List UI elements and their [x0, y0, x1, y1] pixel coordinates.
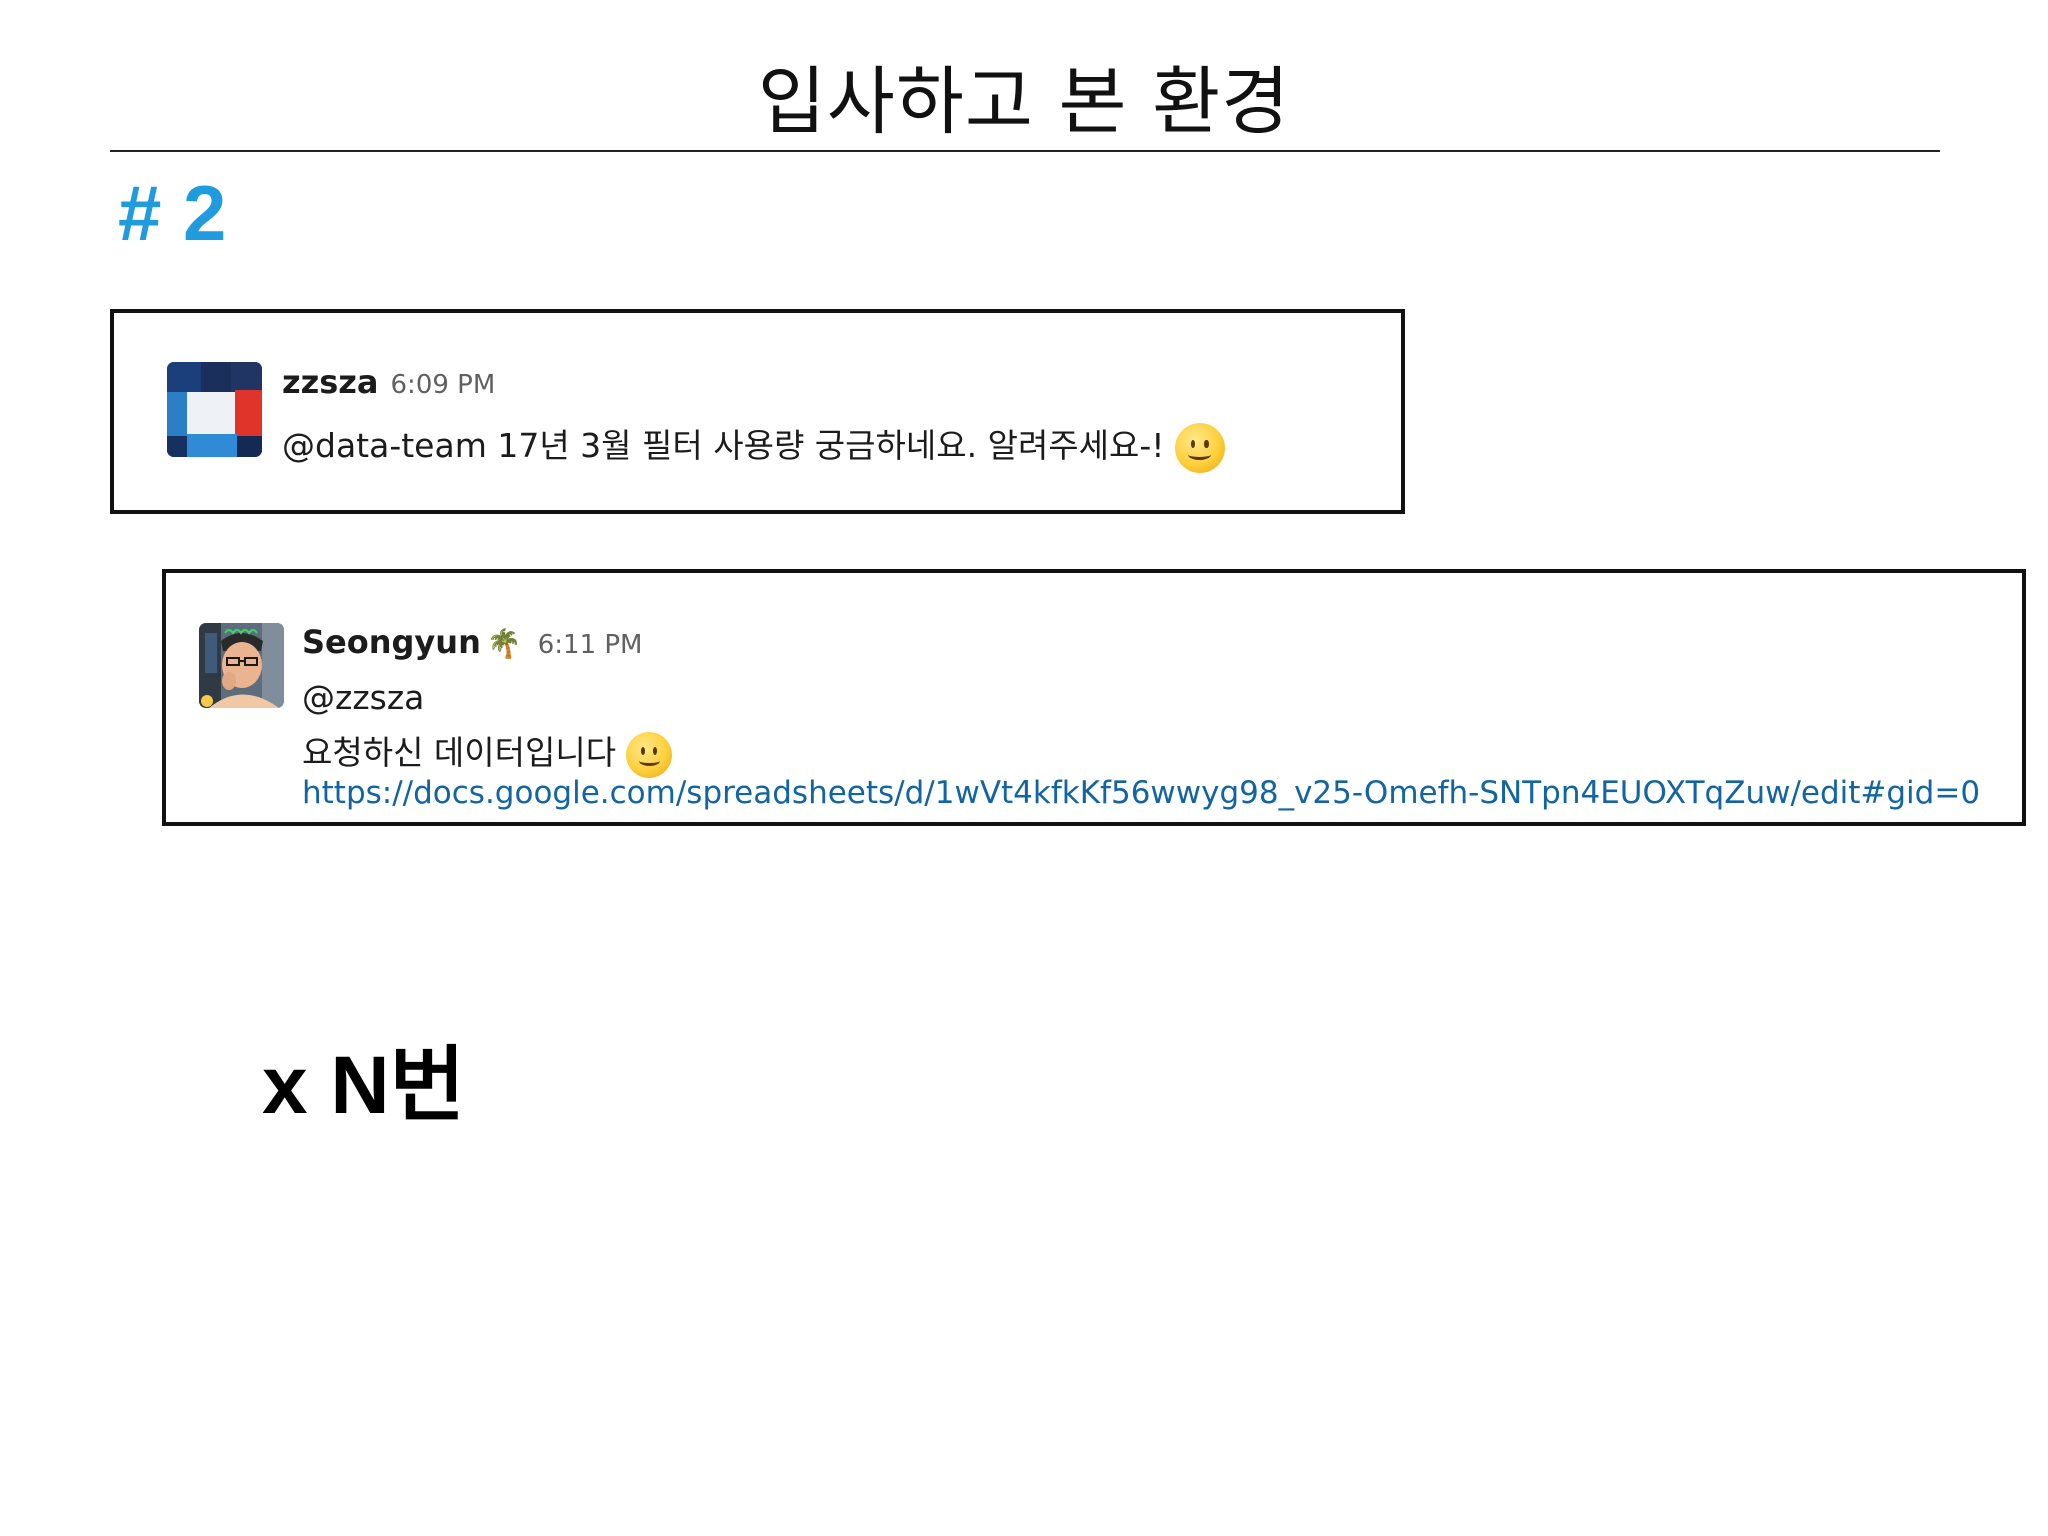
repeat-callout: x N번: [262, 1040, 466, 1131]
message-body: @data-team 17년 3월 필터 사용량 궁금하네요. 알려주세요-!: [282, 426, 1165, 465]
message-header: zzsza 6:09 PM: [282, 363, 495, 401]
spreadsheet-link[interactable]: https://docs.google.com/spreadsheets/d/1…: [302, 775, 1980, 811]
smiley-emoji-icon: [626, 731, 673, 778]
message-card: zzsza 6:09 PM @data-team 17년 3월 필터 사용량 궁금…: [110, 309, 1405, 514]
title-divider: [110, 150, 1940, 152]
message-header: Seongyun 🌴 6:11 PM: [302, 623, 642, 661]
message-body: 요청하신 데이터입니다: [302, 733, 617, 772]
mention[interactable]: @zzsza: [302, 678, 424, 717]
message-text: @data-team 17년 3월 필터 사용량 궁금하네요. 알려주세요-!: [282, 419, 1225, 473]
timestamp[interactable]: 6:11 PM: [538, 630, 643, 660]
author-name[interactable]: Seongyun: [302, 623, 481, 661]
timestamp[interactable]: 6:09 PM: [391, 370, 496, 400]
smiley-emoji-icon: [1174, 422, 1225, 473]
avatar[interactable]: [167, 362, 262, 457]
author-name[interactable]: zzsza: [282, 363, 379, 401]
section-number: # 2: [118, 169, 227, 257]
message-text: 요청하신 데이터입니다: [302, 726, 673, 778]
slide-title: 입사하고 본 환경: [757, 59, 1291, 145]
avatar[interactable]: [199, 623, 284, 708]
palm-tree-status-icon: 🌴: [486, 627, 522, 660]
message-card: Seongyun 🌴 6:11 PM @zzsza 요청하신 데이터입니다 http…: [162, 569, 2026, 826]
